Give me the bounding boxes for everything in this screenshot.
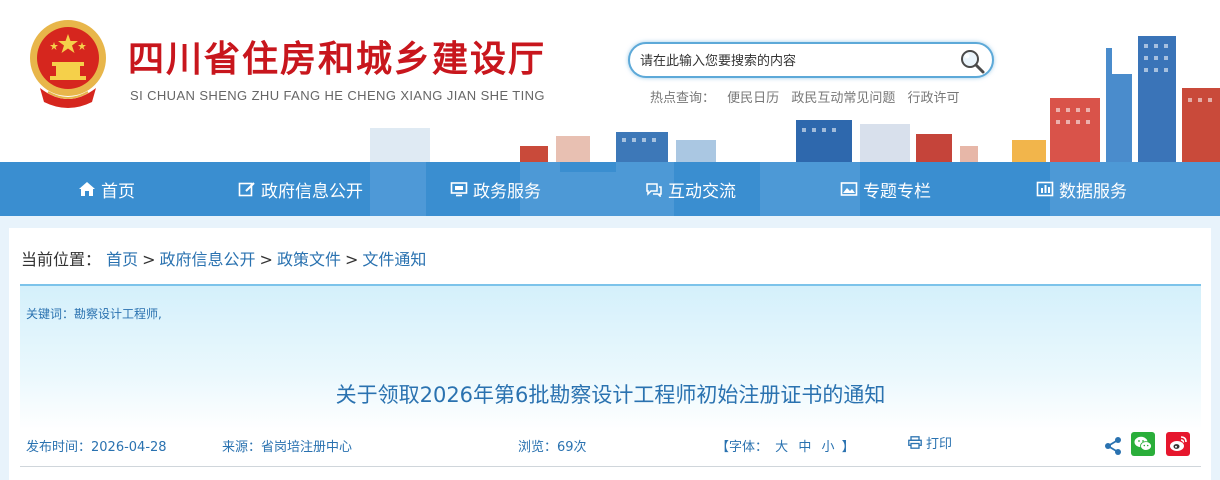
nav-home[interactable]: 首页 (78, 162, 135, 216)
site-pinyin: SI CHUAN SHENG ZHU FANG HE CHENG XIANG J… (130, 88, 545, 103)
font-size-medium[interactable]: 中 (798, 440, 811, 455)
hot-link-license[interactable]: 行政许可 (907, 91, 959, 106)
nav-special[interactable]: 专题专栏 (840, 162, 931, 216)
breadcrumb-home[interactable]: 首页 (106, 250, 138, 269)
hot-link-faq[interactable]: 政民互动常见问题 (791, 91, 895, 106)
edit-icon (238, 182, 255, 197)
font-size-control: 【字体： 大 中 小 】 (716, 436, 855, 455)
article-source: 来源：省岗培注册中心 (222, 440, 353, 455)
national-emblem-icon (30, 20, 106, 108)
nav-gov-service[interactable]: 政务服务 (450, 162, 541, 216)
search-box (628, 42, 994, 78)
breadcrumb-separator: > (259, 250, 273, 269)
chart-icon (1036, 181, 1054, 197)
breadcrumb-notice[interactable]: 文件通知 (362, 250, 426, 269)
nav-data[interactable]: 数据服务 (1036, 162, 1127, 216)
hot-search-label: 热点查询： (650, 91, 716, 106)
breadcrumb: 当前位置： 首页 > 政府信息公开 > 政策文件 > 文件通知 (21, 246, 426, 270)
main-nav: 首页 政府信息公开 政务服务 互动交流 专题专栏 数据服务 (0, 162, 1220, 216)
search-input[interactable] (640, 50, 950, 72)
nav-data-label: 数据服务 (1059, 181, 1127, 202)
article-title: 关于领取2026年第6批勘察设计工程师初始注册证书的通知 (335, 383, 886, 407)
font-size-close: 】 (841, 440, 855, 455)
nav-gov-info[interactable]: 政府信息公开 (238, 162, 363, 216)
monitor-icon (450, 182, 468, 197)
nav-gov-info-label: 政府信息公开 (261, 181, 363, 202)
article-keywords: 关键词：勘察设计工程师, (26, 307, 162, 321)
font-size-small[interactable]: 小 (821, 440, 834, 455)
breadcrumb-policy[interactable]: 政策文件 (277, 250, 341, 269)
hot-search: 热点查询： 便民日历 政民互动常见问题 行政许可 (650, 87, 959, 106)
font-size-large[interactable]: 大 (775, 440, 788, 455)
home-icon (79, 182, 95, 196)
nav-gov-service-label: 政务服务 (473, 181, 541, 202)
breadcrumb-gov-info[interactable]: 政府信息公开 (160, 250, 256, 269)
print-label: 打印 (926, 437, 953, 452)
nav-interaction[interactable]: 互动交流 (645, 162, 736, 216)
view-count: 浏览：69次 (518, 440, 587, 455)
weibo-icon[interactable] (1166, 432, 1190, 456)
breadcrumb-separator: > (142, 250, 156, 269)
print-button[interactable]: 打印 (908, 433, 952, 452)
search-icon[interactable] (958, 47, 986, 75)
breadcrumb-separator: > (344, 250, 359, 269)
main-content: 当前位置： 首页 > 政府信息公开 > 政策文件 > 文件通知 关键词：勘察设计工程师, 关… (9, 228, 1211, 480)
site-header: 四川省住房和城乡建设厅 SI CHUAN SHENG ZHU FANG HE C… (0, 0, 1220, 162)
publish-time: 发布时间：2026-04-28 (26, 440, 167, 455)
chat-icon (646, 183, 662, 197)
hot-link-calendar[interactable]: 便民日历 (727, 91, 779, 106)
printer-icon (908, 436, 922, 449)
font-size-label: 【字体： (716, 440, 769, 455)
nav-home-label: 首页 (101, 181, 135, 202)
wechat-icon[interactable] (1131, 432, 1155, 456)
nav-special-label: 专题专栏 (863, 181, 931, 202)
meta-divider (20, 466, 1201, 467)
site-title: 四川省住房和城乡建设厅 (128, 38, 547, 80)
nav-interaction-label: 互动交流 (668, 181, 736, 202)
image-icon (840, 182, 858, 196)
share-icon[interactable] (1104, 436, 1122, 456)
breadcrumb-label: 当前位置： (21, 250, 102, 269)
article-container: 关键词：勘察设计工程师, 关于领取2026年第6批勘察设计工程师初始注册证书的通… (20, 284, 1201, 480)
